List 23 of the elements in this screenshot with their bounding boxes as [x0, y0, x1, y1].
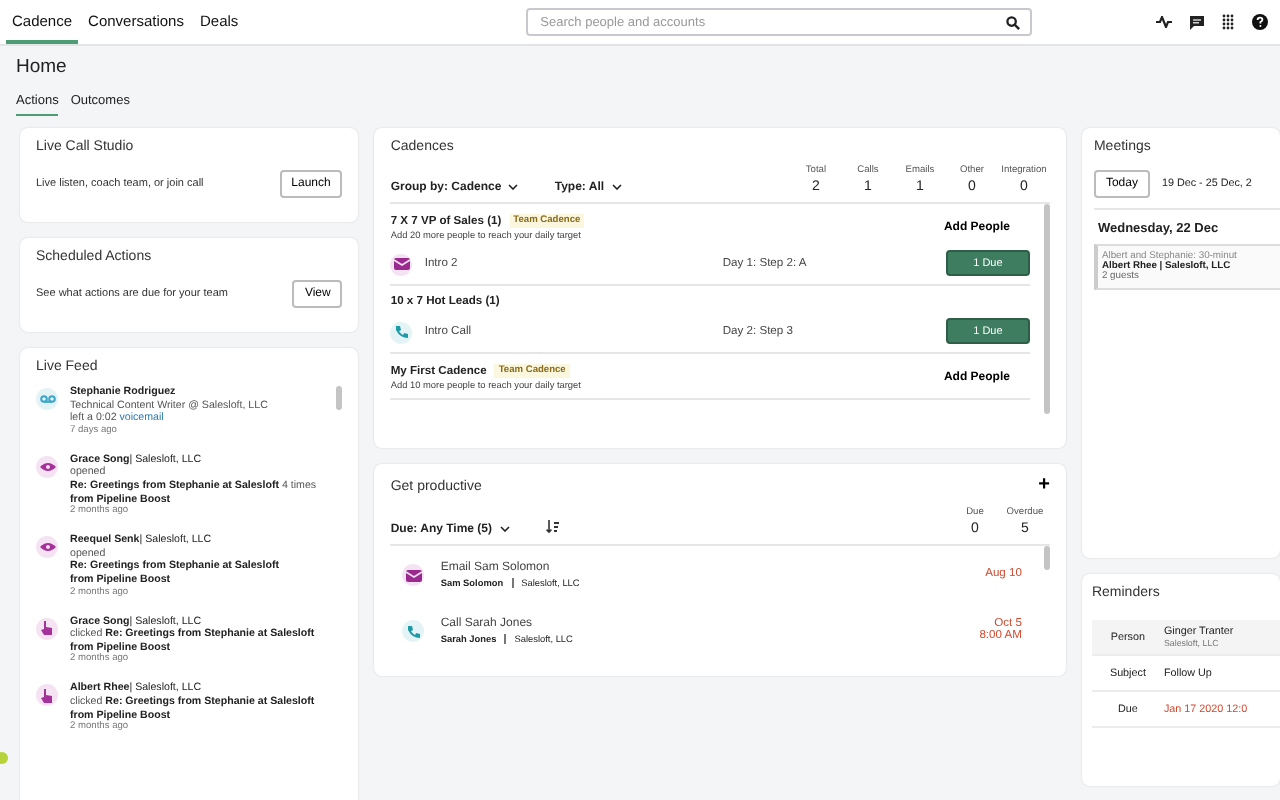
phone-icon — [390, 321, 413, 343]
sort-icon[interactable] — [545, 520, 560, 534]
phone-icon — [402, 620, 425, 642]
envelope-icon — [390, 253, 413, 275]
chevron-down-icon — [499, 525, 510, 532]
chat-icon[interactable] — [1190, 15, 1204, 29]
eye-icon — [36, 455, 58, 478]
dialpad-icon[interactable] — [1222, 14, 1234, 30]
search-icon — [1006, 15, 1021, 29]
activity-icon[interactable] — [1156, 16, 1172, 28]
scrollbar-thumb[interactable] — [336, 386, 343, 410]
help-icon[interactable] — [1252, 14, 1268, 30]
voicemail-icon — [36, 388, 58, 410]
pointer-hand-icon — [36, 617, 58, 640]
add-button[interactable]: + — [1038, 476, 1050, 496]
page-title: Home — [16, 56, 69, 78]
chevron-down-icon — [611, 183, 622, 190]
envelope-icon — [402, 564, 425, 586]
chevron-down-icon — [508, 183, 519, 190]
scrollbar-thumb[interactable] — [1043, 546, 1050, 570]
scrollbar-thumb[interactable] — [1043, 204, 1050, 414]
eye-icon — [36, 536, 58, 559]
pointer-hand-icon — [36, 684, 58, 707]
